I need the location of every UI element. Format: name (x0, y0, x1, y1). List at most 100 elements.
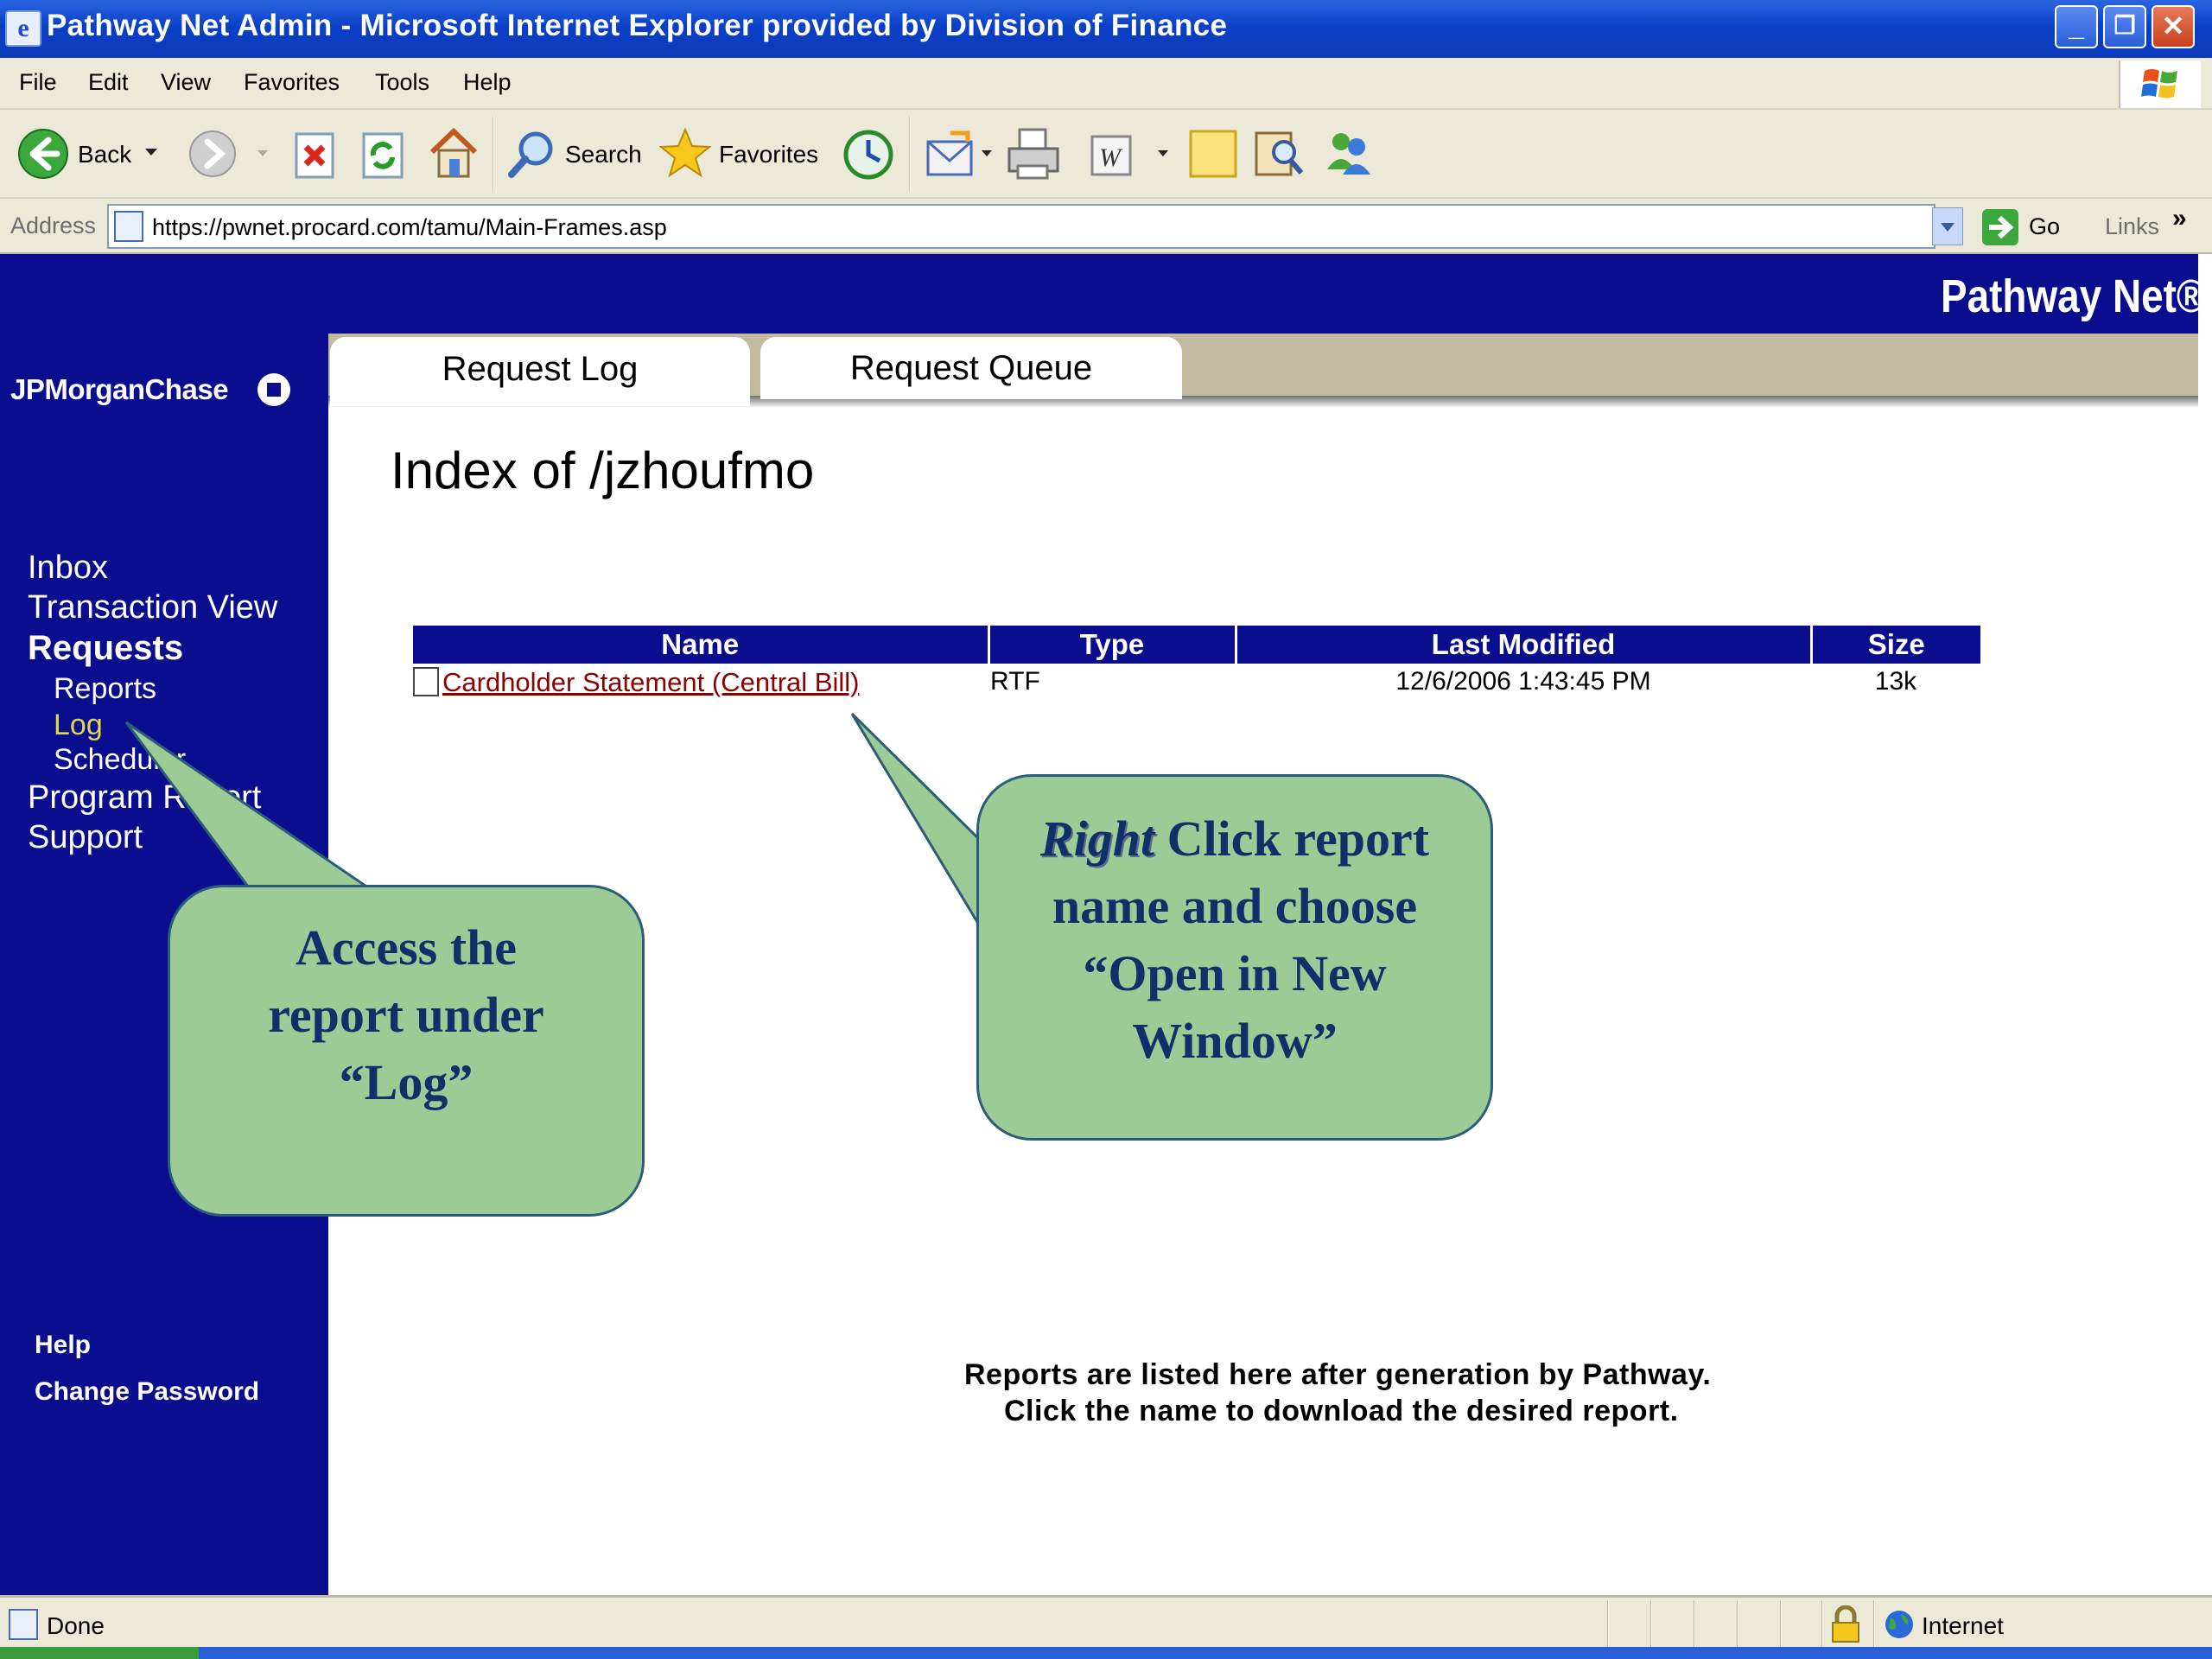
favorites-star-icon[interactable] (658, 126, 712, 180)
research-icon[interactable] (1253, 126, 1305, 180)
history-icon[interactable] (842, 128, 895, 181)
page-title: Index of /jzhoufmo (391, 442, 815, 499)
column-header-type[interactable]: Type (988, 626, 1237, 664)
menu-edit[interactable]: Edit (88, 69, 129, 96)
mail-icon[interactable] (925, 130, 982, 180)
back-label[interactable]: Back (78, 141, 131, 168)
jpmorganchase-logo: JPMorganChase (10, 373, 229, 405)
header-band (0, 254, 2198, 334)
minimize-button[interactable]: _ (2055, 5, 2098, 48)
pathway-net-logo: Pathway Net® (1941, 270, 2206, 322)
callout-right-line-rest: Click report (1154, 810, 1430, 867)
tab-request-queue[interactable]: Request Queue (760, 337, 1182, 399)
menu-tools[interactable]: Tools (375, 69, 429, 96)
edit-dropdown-icon[interactable] (1158, 150, 1168, 156)
table-header-row: Name Type Last Modified Size (413, 626, 1980, 664)
instruction-text-line-1: Reports are listed here after generation… (964, 1358, 1712, 1391)
status-zone: Internet (1922, 1612, 2004, 1639)
file-modified-cell: 12/6/2006 1:43:45 PM (1395, 667, 1651, 696)
nav-log[interactable]: Log (54, 709, 103, 742)
window-title: Pathway Net Admin - Microsoft Internet E… (47, 9, 1228, 42)
search-icon[interactable] (505, 128, 558, 181)
nav-support[interactable]: Support (28, 819, 143, 856)
report-link[interactable]: Cardholder Statement (Central Bill) (442, 667, 859, 697)
address-label: Address (10, 213, 97, 238)
ie-page-icon (114, 211, 143, 242)
mail-dropdown-icon[interactable] (982, 150, 992, 156)
status-separator (1694, 1600, 1695, 1649)
status-separator (1873, 1600, 1875, 1649)
nav-transaction-view[interactable]: Transaction View (28, 589, 277, 626)
callout-left-text: Access the report under “Log” (168, 914, 645, 1116)
callout-right-line: Window” (1132, 1013, 1338, 1069)
windows-flag-icon (2141, 69, 2177, 99)
callout-left-line: Access the (295, 919, 518, 976)
links-chevron-icon[interactable]: » (2172, 204, 2187, 233)
callout-right-text: Right Click report name and choose “Open… (976, 805, 1493, 1075)
status-separator (1780, 1600, 1782, 1649)
callout-right-line: “Open in New (1083, 945, 1387, 1001)
chevron-down-icon (1941, 223, 1955, 232)
column-header-name[interactable]: Name (413, 626, 990, 664)
status-separator (1737, 1600, 1738, 1649)
globe-icon (1885, 1611, 1913, 1638)
file-size-cell: 13k (1874, 667, 1917, 696)
ie-page-icon: e (5, 10, 41, 47)
status-text: Done (47, 1612, 105, 1639)
taskbar-strip (0, 1647, 2212, 1659)
close-button[interactable]: ✕ (2152, 5, 2195, 48)
go-arrow-icon[interactable] (1980, 207, 2020, 247)
document-icon (413, 667, 439, 696)
nav-program-report[interactable]: Program Report (28, 779, 261, 817)
browser-window: e Pathway Net Admin - Microsoft Internet… (0, 0, 2212, 1659)
menu-help[interactable]: Help (463, 69, 512, 96)
discuss-note-icon[interactable] (1187, 128, 1239, 180)
print-icon[interactable] (1006, 126, 1061, 181)
restore-button[interactable]: ❐ (2103, 5, 2146, 48)
column-header-last-modified[interactable]: Last Modified (1236, 626, 1813, 664)
toolbar-separator (909, 117, 911, 193)
go-button[interactable]: Go (2029, 213, 2060, 240)
back-dropdown-icon[interactable] (145, 149, 157, 156)
lock-icon (1832, 1605, 1859, 1643)
svg-text:W: W (1099, 143, 1123, 172)
messenger-icon[interactable] (1322, 126, 1376, 180)
file-name-cell: Cardholder Statement (Central Bill) (413, 664, 988, 710)
callout-right-line: name and choose (1052, 878, 1418, 934)
forward-arrow-icon[interactable] (188, 130, 237, 178)
callout-left-line: “Log” (339, 1054, 474, 1110)
links-button[interactable]: Links (2105, 213, 2159, 240)
favorites-label[interactable]: Favorites (719, 141, 818, 168)
file-type-cell: RTF (990, 667, 1040, 696)
ie-page-icon (9, 1609, 38, 1640)
search-label[interactable]: Search (565, 141, 642, 168)
home-icon[interactable] (429, 126, 479, 180)
callout-right-emphasis: Right (1039, 810, 1155, 867)
table-row: Cardholder Statement (Central Bill) RTF … (413, 664, 1980, 710)
file-index-table: Name Type Last Modified Size Cardholder … (413, 626, 1980, 710)
status-separator (1821, 1600, 1823, 1649)
menu-file[interactable]: File (19, 69, 57, 96)
forward-dropdown-icon[interactable] (257, 150, 268, 156)
toolbar-separator (493, 117, 494, 193)
nav-scheduler[interactable]: Scheduler (54, 743, 186, 777)
column-header-size[interactable]: Size (1811, 626, 1980, 664)
nav-reports[interactable]: Reports (54, 672, 156, 706)
nav-inbox[interactable]: Inbox (28, 550, 108, 587)
nav-requests[interactable]: Requests (28, 629, 183, 668)
change-password-link[interactable]: Change Password (35, 1377, 259, 1407)
address-url[interactable]: https://pwnet.procard.com/tamu/Main-Fram… (152, 214, 667, 241)
instruction-text-line-2: Click the name to download the desired r… (1004, 1395, 1679, 1427)
stop-icon[interactable] (294, 131, 335, 180)
status-separator (1607, 1600, 1609, 1649)
status-separator (1650, 1600, 1652, 1649)
callout-right-line: Right Click report (976, 805, 1493, 873)
menu-favorites[interactable]: Favorites (244, 69, 340, 96)
refresh-icon[interactable] (361, 131, 404, 180)
edit-word-icon[interactable]: W (1087, 131, 1135, 180)
help-link[interactable]: Help (35, 1331, 91, 1360)
back-arrow-icon[interactable] (17, 128, 69, 180)
tab-request-log[interactable]: Request Log (330, 337, 750, 406)
chase-octagon-inner (267, 383, 281, 397)
menu-view[interactable]: View (161, 69, 211, 96)
